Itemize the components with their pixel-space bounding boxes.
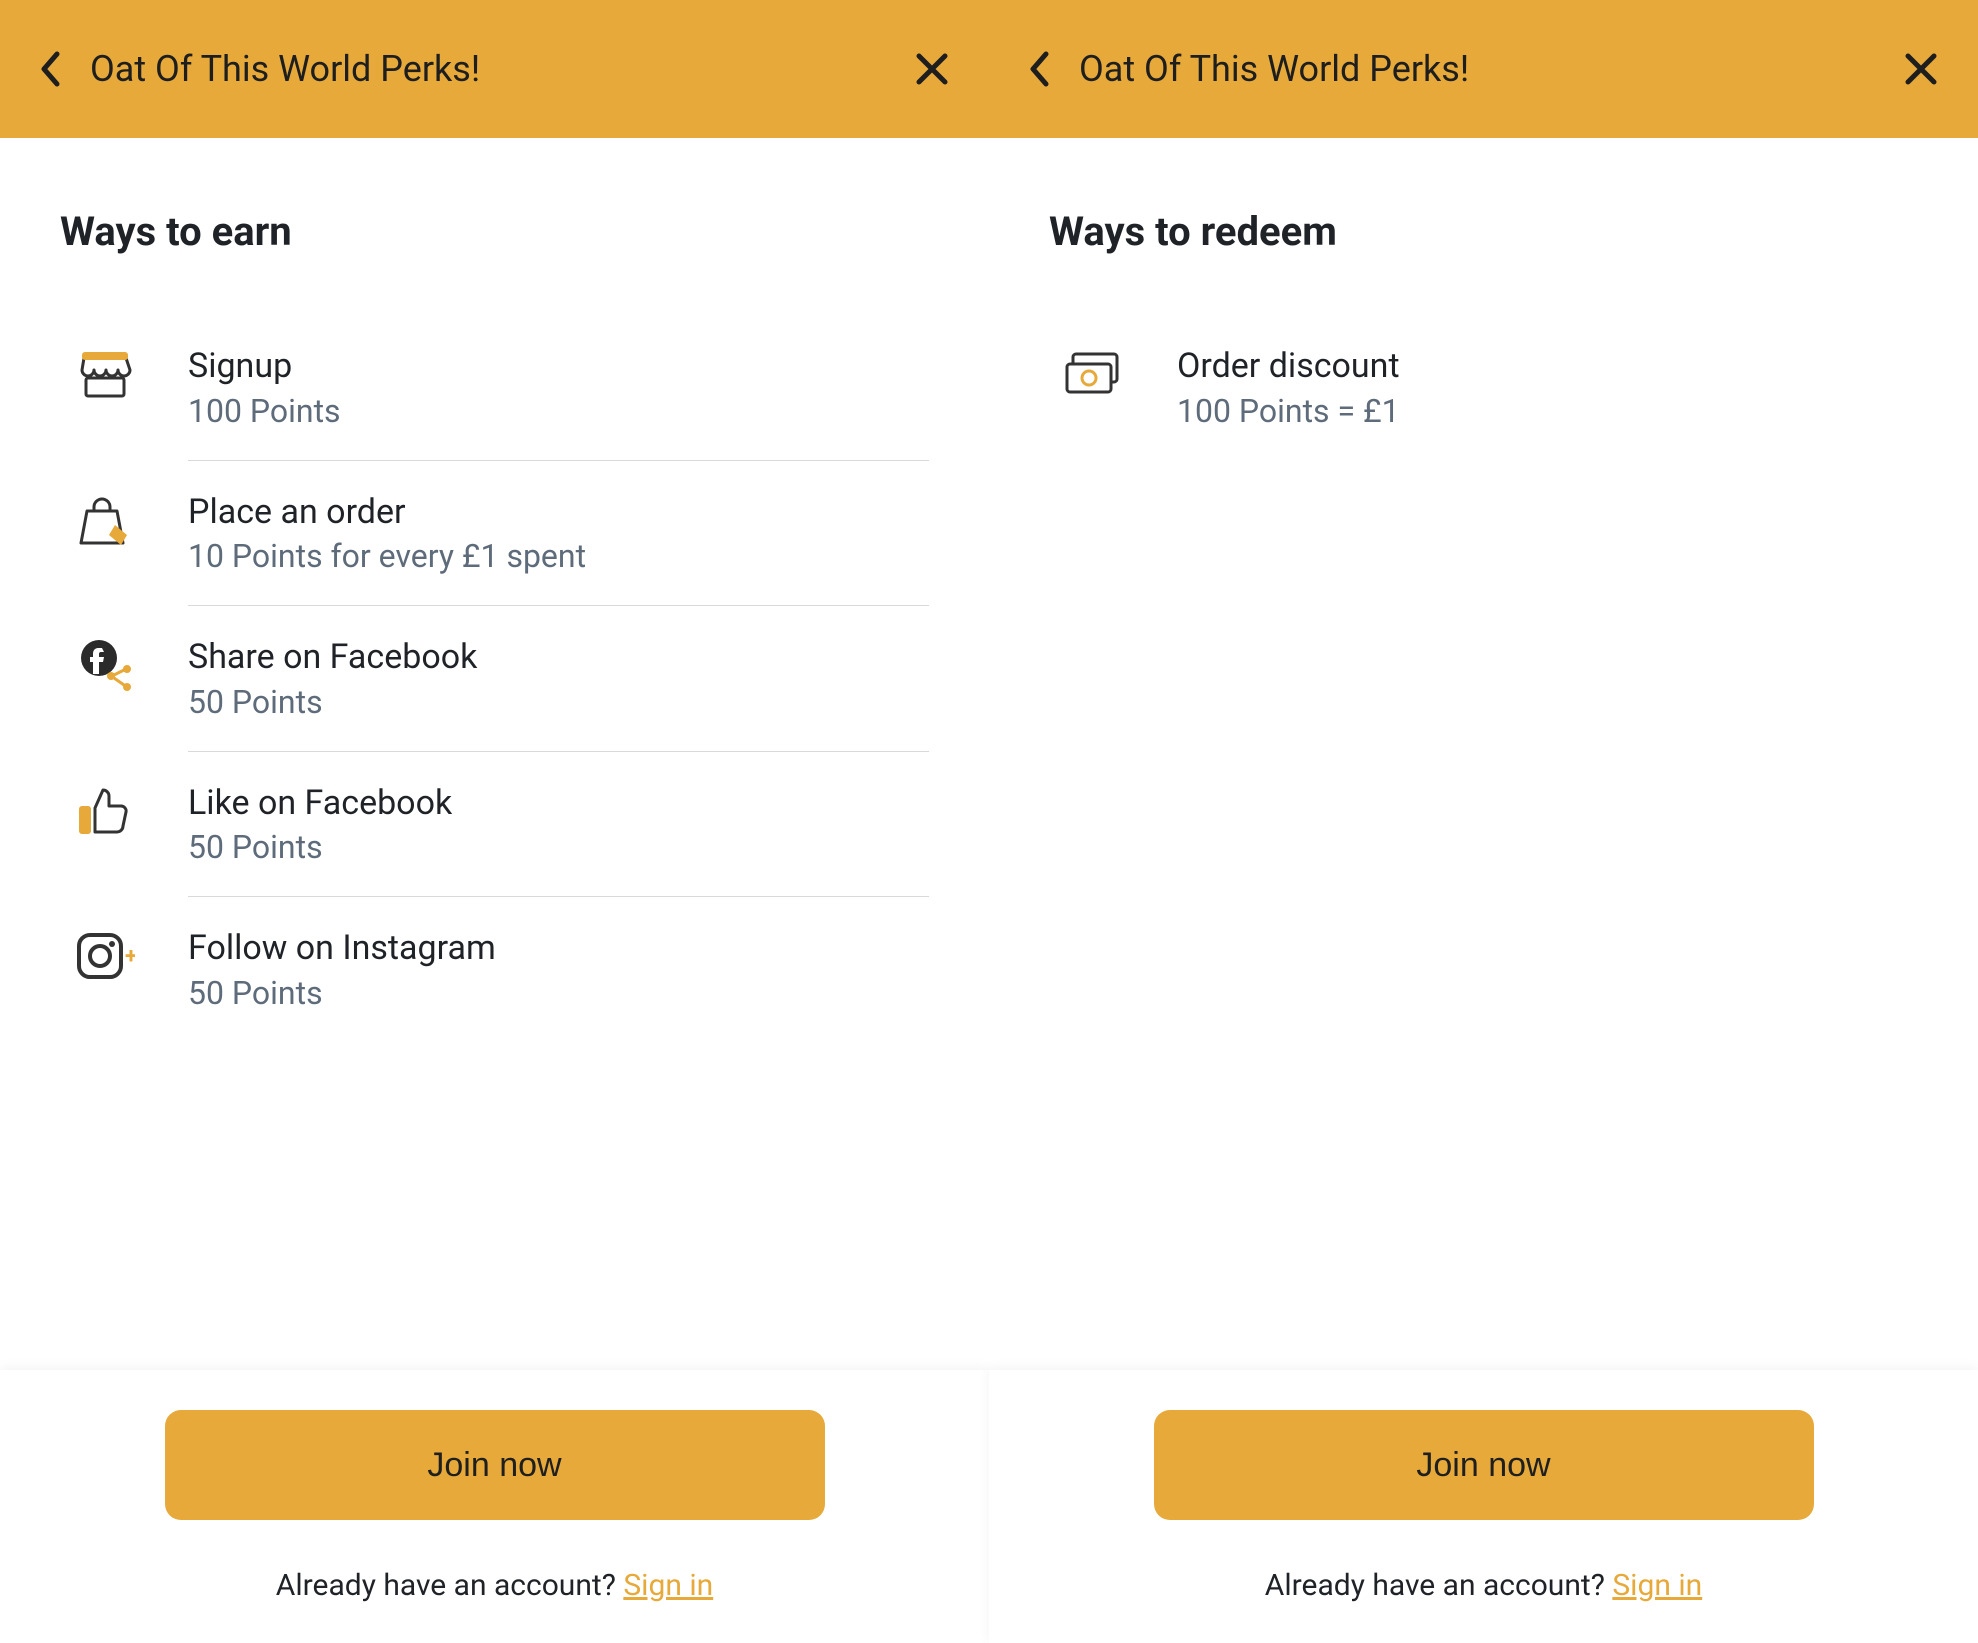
close-icon — [915, 52, 949, 86]
already-text: Already have an account? Sign in — [0, 1568, 989, 1603]
chevron-left-icon — [1029, 51, 1049, 87]
back-button[interactable] — [1029, 51, 1049, 87]
redeem-content: Ways to redeem Order discount 100 Points… — [989, 138, 1978, 1370]
list-item[interactable]: Place an order 10 Points for every £1 sp… — [60, 461, 929, 606]
close-button[interactable] — [915, 52, 949, 86]
sign-in-link[interactable]: Sign in — [623, 1568, 713, 1603]
instagram-icon: + — [70, 927, 140, 987]
earn-content: Ways to earn Signup 100 Points Place an … — [0, 138, 989, 1370]
list-item[interactable]: Share on Facebook 50 Points — [60, 606, 929, 751]
item-label: Share on Facebook — [188, 636, 477, 679]
item-label: Like on Facebook — [188, 782, 452, 825]
sign-in-link[interactable]: Sign in — [1612, 1568, 1702, 1603]
item-value: 50 Points — [188, 828, 452, 866]
item-value: 100 Points = £1 — [1177, 392, 1400, 430]
redeem-panel: Oat Of This World Perks! Ways to redeem … — [989, 0, 1978, 1643]
list-item[interactable]: Signup 100 Points — [60, 315, 929, 460]
back-button[interactable] — [40, 51, 60, 87]
list-item[interactable]: Order discount 100 Points = £1 — [1049, 315, 1918, 460]
header: Oat Of This World Perks! — [989, 0, 1978, 138]
item-label: Place an order — [188, 491, 586, 534]
footer: Join now Already have an account? Sign i… — [989, 1370, 1978, 1643]
item-label: Follow on Instagram — [188, 927, 496, 970]
like-icon — [70, 782, 140, 842]
already-prefix: Already have an account? — [1265, 1568, 1613, 1603]
facebook-share-icon — [70, 636, 140, 696]
already-text: Already have an account? Sign in — [989, 1568, 1978, 1603]
join-button[interactable]: Join now — [1154, 1410, 1814, 1520]
section-title-redeem: Ways to redeem — [1049, 208, 1918, 255]
item-value: 50 Points — [188, 974, 496, 1012]
header-title: Oat Of This World Perks! — [90, 48, 480, 90]
close-button[interactable] — [1904, 52, 1938, 86]
svg-text:+: + — [125, 944, 135, 969]
footer: Join now Already have an account? Sign i… — [0, 1370, 989, 1643]
chevron-left-icon — [40, 51, 60, 87]
header-title: Oat Of This World Perks! — [1079, 48, 1469, 90]
item-value: 100 Points — [188, 392, 341, 430]
bag-icon — [70, 491, 140, 551]
item-label: Signup — [188, 345, 341, 388]
header: Oat Of This World Perks! — [0, 0, 989, 138]
item-label: Order discount — [1177, 345, 1400, 388]
redeem-list: Order discount 100 Points = £1 — [1049, 315, 1918, 460]
list-item[interactable]: + Follow on Instagram 50 Points — [60, 897, 929, 1042]
earn-panel: Oat Of This World Perks! Ways to earn Si… — [0, 0, 989, 1643]
money-icon — [1059, 345, 1129, 405]
item-value: 50 Points — [188, 683, 477, 721]
join-button[interactable]: Join now — [165, 1410, 825, 1520]
earn-list: Signup 100 Points Place an order 10 Poin… — [60, 315, 929, 1042]
section-title-earn: Ways to earn — [60, 208, 929, 255]
already-prefix: Already have an account? — [276, 1568, 624, 1603]
store-icon — [70, 345, 140, 405]
close-icon — [1904, 52, 1938, 86]
list-item[interactable]: Like on Facebook 50 Points — [60, 752, 929, 897]
item-value: 10 Points for every £1 spent — [188, 537, 586, 575]
